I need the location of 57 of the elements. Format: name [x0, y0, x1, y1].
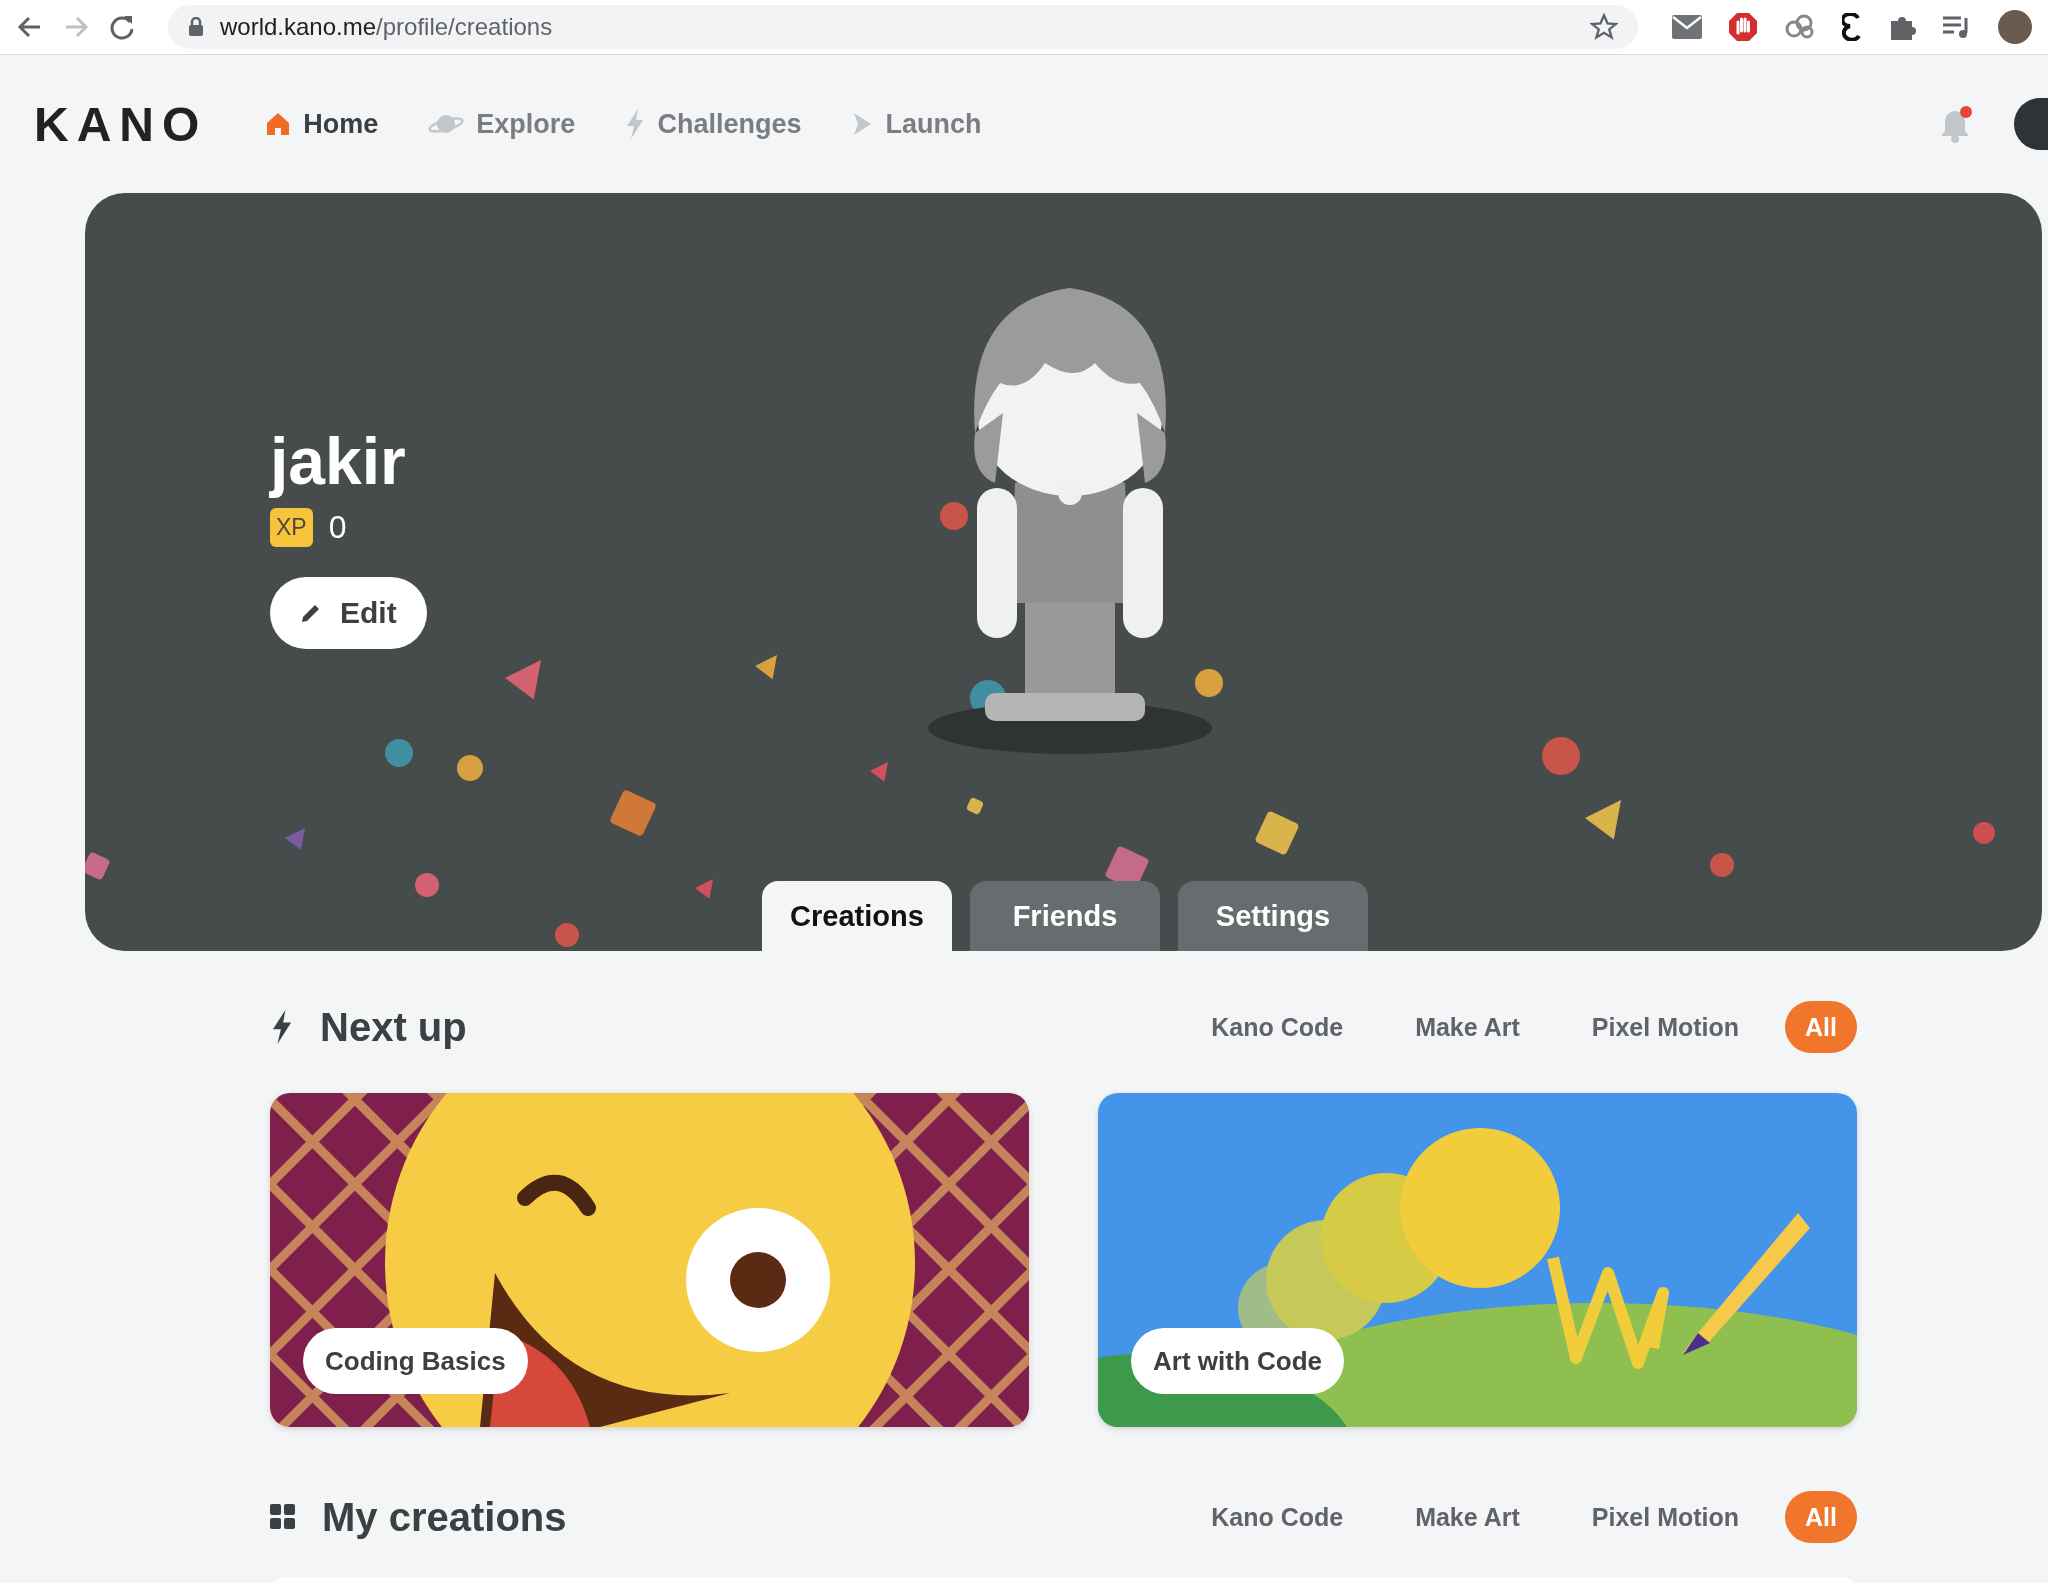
confetti-piece	[755, 655, 777, 680]
profile-tab[interactable]: Settings	[1178, 881, 1368, 951]
confetti-piece	[1195, 669, 1223, 697]
url-text: world.kano.me/profile/creations	[220, 13, 553, 41]
pencil-icon	[300, 602, 322, 624]
lightning-icon	[625, 109, 646, 139]
card-title: Art with Code	[1131, 1328, 1344, 1394]
nav-link[interactable]: Explore	[428, 108, 576, 140]
hand-icon[interactable]	[1728, 12, 1758, 42]
filter-chip[interactable]: Make Art	[1389, 1001, 1546, 1053]
section-title: Next up	[320, 1004, 467, 1050]
card-title: Coding Basics	[303, 1328, 528, 1394]
filter-chip[interactable]: Pixel Motion	[1565, 1491, 1766, 1543]
confetti-piece	[1542, 737, 1580, 775]
course-card[interactable]: Coding Basics	[270, 1093, 1029, 1427]
address-bar[interactable]: world.kano.me/profile/creations	[168, 5, 1638, 49]
lock-icon	[188, 17, 204, 37]
lightning-icon	[270, 1010, 294, 1044]
nav-link[interactable]: Home	[265, 108, 379, 140]
confetti-piece	[555, 923, 579, 947]
filter-chip[interactable]: Kano Code	[1185, 1491, 1370, 1543]
section-title: My creations	[322, 1494, 567, 1540]
filter-chip[interactable]: All	[1785, 1491, 1857, 1543]
home-icon	[265, 111, 292, 137]
course-card[interactable]: Art with Code	[1098, 1093, 1857, 1427]
xp-badge: XP	[270, 508, 313, 547]
profile-avatar[interactable]	[1998, 10, 2032, 44]
filter-chip[interactable]: All	[1785, 1001, 1857, 1053]
confetti-piece	[1973, 822, 1995, 844]
nav-link[interactable]: Launch	[851, 108, 982, 140]
user-avatar[interactable]	[2014, 98, 2048, 150]
confetti-piece	[870, 762, 888, 782]
notification-bell-icon[interactable]	[1938, 105, 1974, 143]
profile-tab[interactable]: Creations	[762, 881, 952, 951]
star-icon[interactable]	[1590, 13, 1618, 41]
filter-chip[interactable]: Pixel Motion	[1565, 1001, 1766, 1053]
confetti-piece	[285, 828, 305, 850]
xp-value: 0	[328, 509, 347, 546]
nav-link[interactable]: Challenges	[625, 108, 802, 140]
confetti-piece	[1710, 853, 1734, 877]
confetti-piece	[385, 739, 413, 767]
mail-icon[interactable]	[1672, 15, 1702, 39]
filter-chip[interactable]: Kano Code	[1185, 1001, 1370, 1053]
confetti-piece	[1585, 800, 1621, 840]
profile-tab[interactable]: Friends	[970, 881, 1160, 951]
confetti-piece	[457, 755, 483, 781]
logo[interactable]: KANO	[34, 96, 208, 152]
grid-icon	[270, 1504, 296, 1530]
confetti-piece	[940, 502, 968, 530]
confetti-piece	[695, 879, 713, 899]
filter-chip[interactable]: Make Art	[1389, 1491, 1546, 1543]
edit-button[interactable]: Edit	[270, 577, 427, 649]
epsilon-icon[interactable]	[1842, 13, 1862, 41]
circles-icon[interactable]	[1784, 14, 1816, 40]
confetti-piece	[415, 873, 439, 897]
reload-icon[interactable]	[108, 13, 136, 41]
confetti-piece	[505, 660, 541, 700]
